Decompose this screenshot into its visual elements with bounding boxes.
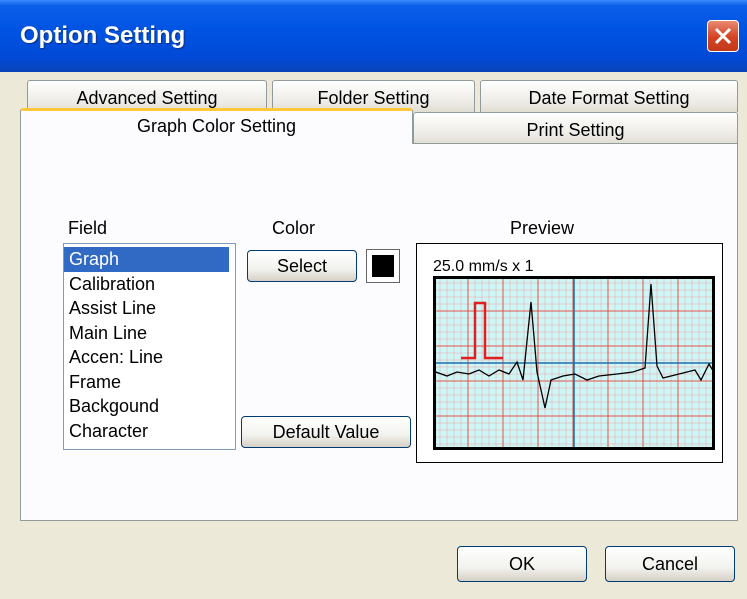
option-setting-dialog: Option Setting Advanced Setting Folder S… (0, 0, 747, 599)
color-swatch (366, 249, 400, 283)
speed-text: 25.0 mm/s x 1 (433, 258, 534, 275)
field-item-graph[interactable]: Graph (64, 247, 229, 272)
close-button[interactable] (707, 20, 739, 52)
field-listbox[interactable]: Graph Calibration Assist Line Main Line Acce… (63, 243, 236, 450)
current-color-fill (372, 255, 394, 277)
default-value-button[interactable]: Default Value (241, 416, 411, 448)
field-item-assist-line[interactable]: Assist Line (64, 296, 235, 321)
field-item-backgound[interactable]: Backgound (64, 394, 235, 419)
window-title: Option Setting (20, 22, 186, 49)
ok-button[interactable]: OK (457, 546, 587, 582)
field-item-main-line[interactable]: Main Line (64, 321, 235, 346)
title-bar[interactable]: Option Setting (0, 0, 747, 72)
preview-box: 25.0 mm/s x 1 (416, 243, 723, 463)
tab-date-format-setting[interactable]: Date Format Setting (480, 80, 738, 112)
close-icon (714, 27, 732, 45)
field-item-character[interactable]: Character (64, 419, 235, 444)
cancel-button[interactable]: Cancel (605, 546, 735, 582)
color-label: Color (272, 218, 316, 238)
tab-graph-color-setting[interactable]: Graph Color Setting (20, 108, 413, 144)
select-color-button[interactable]: Select (247, 250, 357, 282)
ecg-preview-graph (433, 276, 715, 450)
field-item-calibration[interactable]: Calibration (64, 272, 235, 297)
field-item-accen-line[interactable]: Accen: Line (64, 345, 235, 370)
field-item-frame[interactable]: Frame (64, 370, 235, 395)
field-label: Field (68, 218, 108, 238)
tab-print-setting[interactable]: Print Setting (413, 112, 738, 144)
preview-label: Preview (510, 218, 575, 238)
